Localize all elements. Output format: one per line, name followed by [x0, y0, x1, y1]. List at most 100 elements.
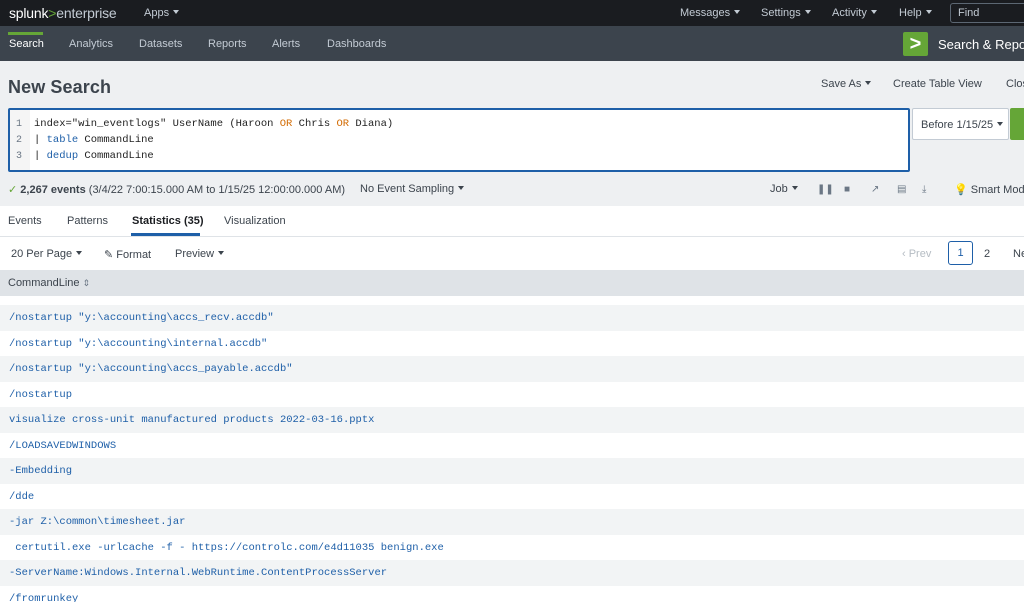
table-cell[interactable]: /nostartup "y:\accounting\accs_recv.accd…: [9, 312, 274, 324]
logo-text-splunk: splunk: [9, 5, 49, 21]
event-sampling-menu[interactable]: No Event Sampling: [360, 183, 465, 195]
app-bar: Search Analytics Datasets Reports Alerts…: [0, 26, 1024, 61]
tab-analytics[interactable]: Analytics: [69, 38, 113, 50]
table-cell[interactable]: /LOADSAVEDWINDOWS: [9, 440, 116, 452]
event-count-status: ✓ 2,267 events (3/4/22 7:00:15.000 AM to…: [8, 183, 345, 196]
chevron-down-icon: [997, 122, 1004, 127]
query-line-1: index="win_eventlogs" UserName (Haroon O…: [34, 118, 393, 130]
search-app-icon[interactable]: >: [903, 32, 928, 56]
active-tab-indicator: [8, 32, 43, 35]
time-range-picker[interactable]: Before 1/15/25: [912, 108, 1009, 140]
query-pipe: |: [34, 134, 47, 146]
pencil-icon: ✎: [104, 249, 114, 261]
apps-menu[interactable]: Apps: [144, 7, 180, 19]
event-count: 2,267 events: [20, 184, 86, 196]
chevron-down-icon: [458, 186, 465, 191]
preview-menu[interactable]: Preview: [175, 248, 225, 260]
table-cell[interactable]: -jar Z:\common\timesheet.jar: [9, 516, 185, 528]
lightbulb-icon: 💡: [954, 184, 968, 196]
column-header-commandline[interactable]: CommandLine ⇕: [8, 277, 90, 289]
tab-events[interactable]: Events: [8, 215, 42, 227]
stop-icon[interactable]: ■: [844, 184, 850, 195]
check-icon: ✓: [8, 184, 18, 196]
query-pipe: |: [34, 150, 47, 162]
job-menu[interactable]: Job: [770, 183, 798, 195]
prev-page-button[interactable]: ‹ Prev: [902, 248, 931, 260]
save-as-menu[interactable]: Save As: [821, 78, 872, 90]
column-header-label: CommandLine: [8, 277, 80, 289]
query-text: CommandLine: [78, 150, 154, 162]
find-input[interactable]: Find: [950, 3, 1024, 23]
per-page-label: 20 Per Page: [11, 248, 73, 260]
tab-datasets[interactable]: Datasets: [139, 38, 182, 50]
job-menu-label: Job: [770, 183, 788, 195]
table-header: CommandLine ⇕: [0, 270, 1024, 296]
table-row: visualize cross-unit manufactured produc…: [0, 407, 1024, 433]
query-text: Diana): [349, 118, 394, 130]
print-icon[interactable]: ▤: [897, 184, 906, 195]
table-row: /nostartup "y:\accounting\accs_payable.a…: [0, 356, 1024, 382]
sort-icon: ⇕: [82, 278, 91, 288]
activity-menu[interactable]: Activity: [832, 7, 877, 19]
pause-icon[interactable]: ❚❚: [817, 184, 834, 195]
search-submit-button[interactable]: [1010, 108, 1024, 140]
chevron-down-icon: [734, 10, 741, 15]
line-number: 3: [16, 151, 23, 162]
tab-search[interactable]: Search: [9, 38, 44, 50]
query-line-2: | table CommandLine: [34, 134, 154, 146]
format-menu[interactable]: ✎ Format: [104, 248, 151, 261]
per-page-menu[interactable]: 20 Per Page: [11, 248, 83, 260]
table-cell[interactable]: /dde: [9, 491, 34, 503]
chevron-down-icon: [925, 10, 932, 15]
help-menu[interactable]: Help: [899, 7, 932, 19]
active-results-tab-indicator: [131, 233, 200, 236]
query-keyword-or: OR: [279, 118, 293, 130]
table-cell[interactable]: /nostartup: [9, 389, 72, 401]
page-1-button[interactable]: 1: [948, 241, 973, 265]
splunk-logo[interactable]: splunk>enterprise: [9, 5, 117, 21]
table-cell[interactable]: certutil.exe -urlcache -f - https://cont…: [9, 542, 443, 554]
query-command: table: [46, 134, 79, 146]
search-query-editor[interactable]: 1 2 3 index="win_eventlogs" UserName (Ha…: [8, 108, 910, 172]
page-title: New Search: [8, 77, 112, 97]
messages-menu[interactable]: Messages: [680, 7, 741, 19]
search-mode-label: Smart Mode: [970, 184, 1024, 196]
table-cell[interactable]: visualize cross-unit manufactured produc…: [9, 414, 374, 426]
help-menu-label: Help: [899, 7, 922, 19]
table-row: -jar Z:\common\timesheet.jar: [0, 509, 1024, 535]
create-table-view-link[interactable]: Create Table View: [893, 78, 982, 90]
tab-statistics[interactable]: Statistics (35): [132, 215, 204, 227]
export-icon[interactable]: ⤓: [922, 184, 926, 195]
table-cell[interactable]: /nostartup "y:\accounting\internal.accdb…: [9, 338, 267, 350]
line-number: 1: [16, 119, 23, 130]
table-cell[interactable]: /fromrunkey: [9, 593, 78, 602]
close-link[interactable]: Close: [1006, 78, 1024, 90]
event-time-range: (3/4/22 7:00:15.000 AM to 1/15/25 12:00:…: [85, 184, 346, 196]
table-cell[interactable]: /nostartup "y:\accounting\accs_payable.a…: [9, 363, 293, 375]
table-row: /nostartup "y:\accounting\accs_recv.accd…: [0, 305, 1024, 331]
table-row: /dde: [0, 483, 1024, 509]
tab-dashboards[interactable]: Dashboards: [327, 38, 386, 50]
search-mode-menu[interactable]: 💡 Smart Mode: [954, 183, 1024, 196]
app-title[interactable]: Search & Reporting: [938, 37, 1024, 52]
page-2-button[interactable]: 2: [984, 248, 990, 260]
tab-patterns[interactable]: Patterns: [67, 215, 108, 227]
settings-menu[interactable]: Settings: [761, 7, 811, 19]
tab-visualization[interactable]: Visualization: [224, 215, 286, 227]
next-page-button[interactable]: Next: [1013, 248, 1024, 260]
query-text: index="win_eventlogs" UserName (Haroon: [34, 118, 280, 130]
activity-menu-label: Activity: [832, 7, 867, 19]
table-cell[interactable]: -Embedding: [9, 465, 72, 477]
tab-alerts[interactable]: Alerts: [272, 38, 300, 50]
preview-label: Preview: [175, 248, 215, 260]
save-as-label: Save As: [821, 78, 862, 90]
table-cell[interactable]: -ServerName:Windows.Internal.WebRuntime.…: [9, 567, 387, 579]
tab-reports[interactable]: Reports: [208, 38, 247, 50]
event-sampling-label: No Event Sampling: [360, 183, 455, 195]
table-row: -ServerName:Windows.Internal.WebRuntime.…: [0, 560, 1024, 586]
query-text: Chris: [292, 118, 337, 130]
logo-text-enterprise: enterprise: [56, 5, 117, 21]
share-icon[interactable]: ↗: [871, 184, 879, 195]
chevron-down-icon: [791, 186, 798, 191]
chevron-down-icon: [76, 251, 83, 256]
